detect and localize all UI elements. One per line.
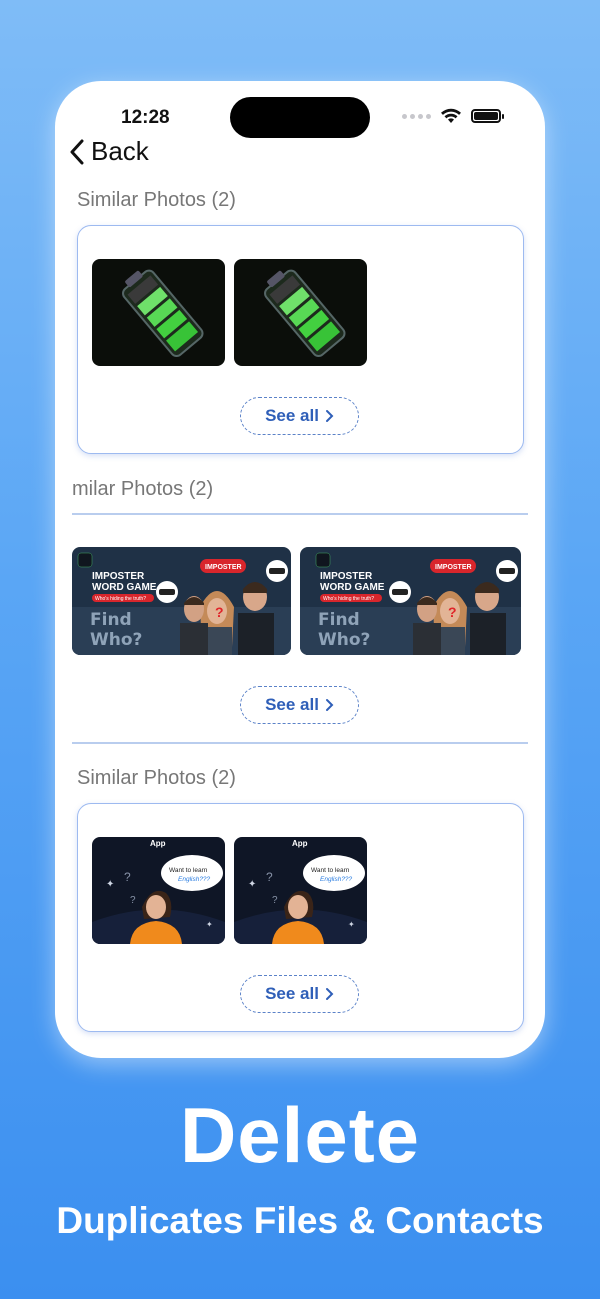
- thumb-bubble-1: Want to learn: [311, 867, 350, 874]
- status-time: 12:28: [121, 107, 170, 128]
- back-button[interactable]: Back: [69, 136, 149, 167]
- ad-graffiti: Find: [90, 610, 132, 630]
- divider: [72, 513, 528, 515]
- see-all-label: See all: [265, 695, 319, 714]
- group-title: milar Photos (2): [72, 478, 214, 500]
- signal-icon: [402, 113, 431, 119]
- svg-text:?: ?: [272, 895, 278, 906]
- svg-text:?: ?: [266, 870, 273, 884]
- see-all-button[interactable]: See all: [240, 686, 359, 724]
- ad-graffiti: Find: [318, 610, 360, 630]
- svg-text:?: ?: [448, 604, 457, 620]
- ad-line1: IMPOSTER: [320, 571, 373, 582]
- svg-text:?: ?: [124, 870, 131, 884]
- see-all-label: See all: [265, 406, 319, 425]
- back-label: Back: [91, 136, 149, 166]
- chevron-left-icon: [70, 139, 84, 164]
- svg-text:✦: ✦: [206, 920, 213, 929]
- svg-text:✦: ✦: [106, 879, 114, 890]
- thumb-bubble-2: English???: [320, 876, 353, 883]
- status-bar: 12:28: [55, 81, 545, 141]
- ad-tagline: Who's hiding the truth?: [95, 596, 146, 602]
- thumb-bubble-2: English???: [178, 876, 211, 883]
- wifi-icon: [441, 108, 461, 123]
- status-icons: [402, 108, 504, 124]
- ad-graffiti: Who?: [318, 630, 370, 650]
- group-title: Similar Photos (2): [77, 767, 236, 789]
- photo-thumbnail[interactable]: App ✦ ✦ ? ? Want to learn English???: [92, 837, 225, 944]
- thumb-bubble-1: Want to learn: [169, 867, 208, 874]
- battery-icon: [471, 109, 504, 123]
- dynamic-island: [230, 97, 370, 138]
- thumb-app-label: App: [292, 839, 308, 848]
- see-all-button[interactable]: See all: [240, 397, 359, 435]
- promo-subhead: Duplicates Files & Contacts: [56, 1200, 544, 1241]
- similar-group-card: See all: [77, 225, 524, 454]
- svg-text:✦: ✦: [248, 879, 256, 890]
- photo-thumbnail[interactable]: IMPOSTER WORD GAME Who's hiding the trut…: [72, 547, 291, 655]
- svg-text:?: ?: [215, 604, 224, 620]
- chevron-right-icon: [325, 699, 334, 711]
- photo-thumbnail[interactable]: [234, 259, 367, 366]
- phone-frame: 12:28 Back Similar Photos (2) See all mi…: [55, 81, 545, 1058]
- ad-graffiti: Who?: [90, 630, 142, 650]
- photo-thumbnail[interactable]: [92, 259, 225, 366]
- chevron-right-icon: [325, 988, 334, 1000]
- svg-text:✦: ✦: [348, 920, 355, 929]
- see-all-button[interactable]: See all: [240, 975, 359, 1013]
- ad-line2: WORD GAME: [92, 582, 157, 593]
- ad-badge: IMPOSTER: [205, 564, 242, 571]
- chevron-right-icon: [325, 410, 334, 422]
- divider: [72, 742, 528, 744]
- promo-headline: Delete: [179, 1091, 421, 1179]
- see-all-label: See all: [265, 984, 319, 1003]
- ad-line2: WORD GAME: [320, 582, 385, 593]
- svg-text:?: ?: [130, 895, 136, 906]
- ad-badge: IMPOSTER: [435, 564, 472, 571]
- thumb-app-label: App: [150, 839, 166, 848]
- group-title: Similar Photos (2): [77, 189, 236, 211]
- ad-tagline: Who's hiding the truth?: [323, 596, 374, 602]
- ad-line1: IMPOSTER: [92, 571, 145, 582]
- similar-group-card: App ✦ ✦ ? ? Want to learn English??? App…: [77, 803, 524, 1032]
- photo-thumbnail[interactable]: App ✦ ✦ ? ? Want to learn English???: [234, 837, 367, 944]
- photo-thumbnail[interactable]: IMPOSTER WORD GAME Who's hiding the trut…: [300, 547, 521, 655]
